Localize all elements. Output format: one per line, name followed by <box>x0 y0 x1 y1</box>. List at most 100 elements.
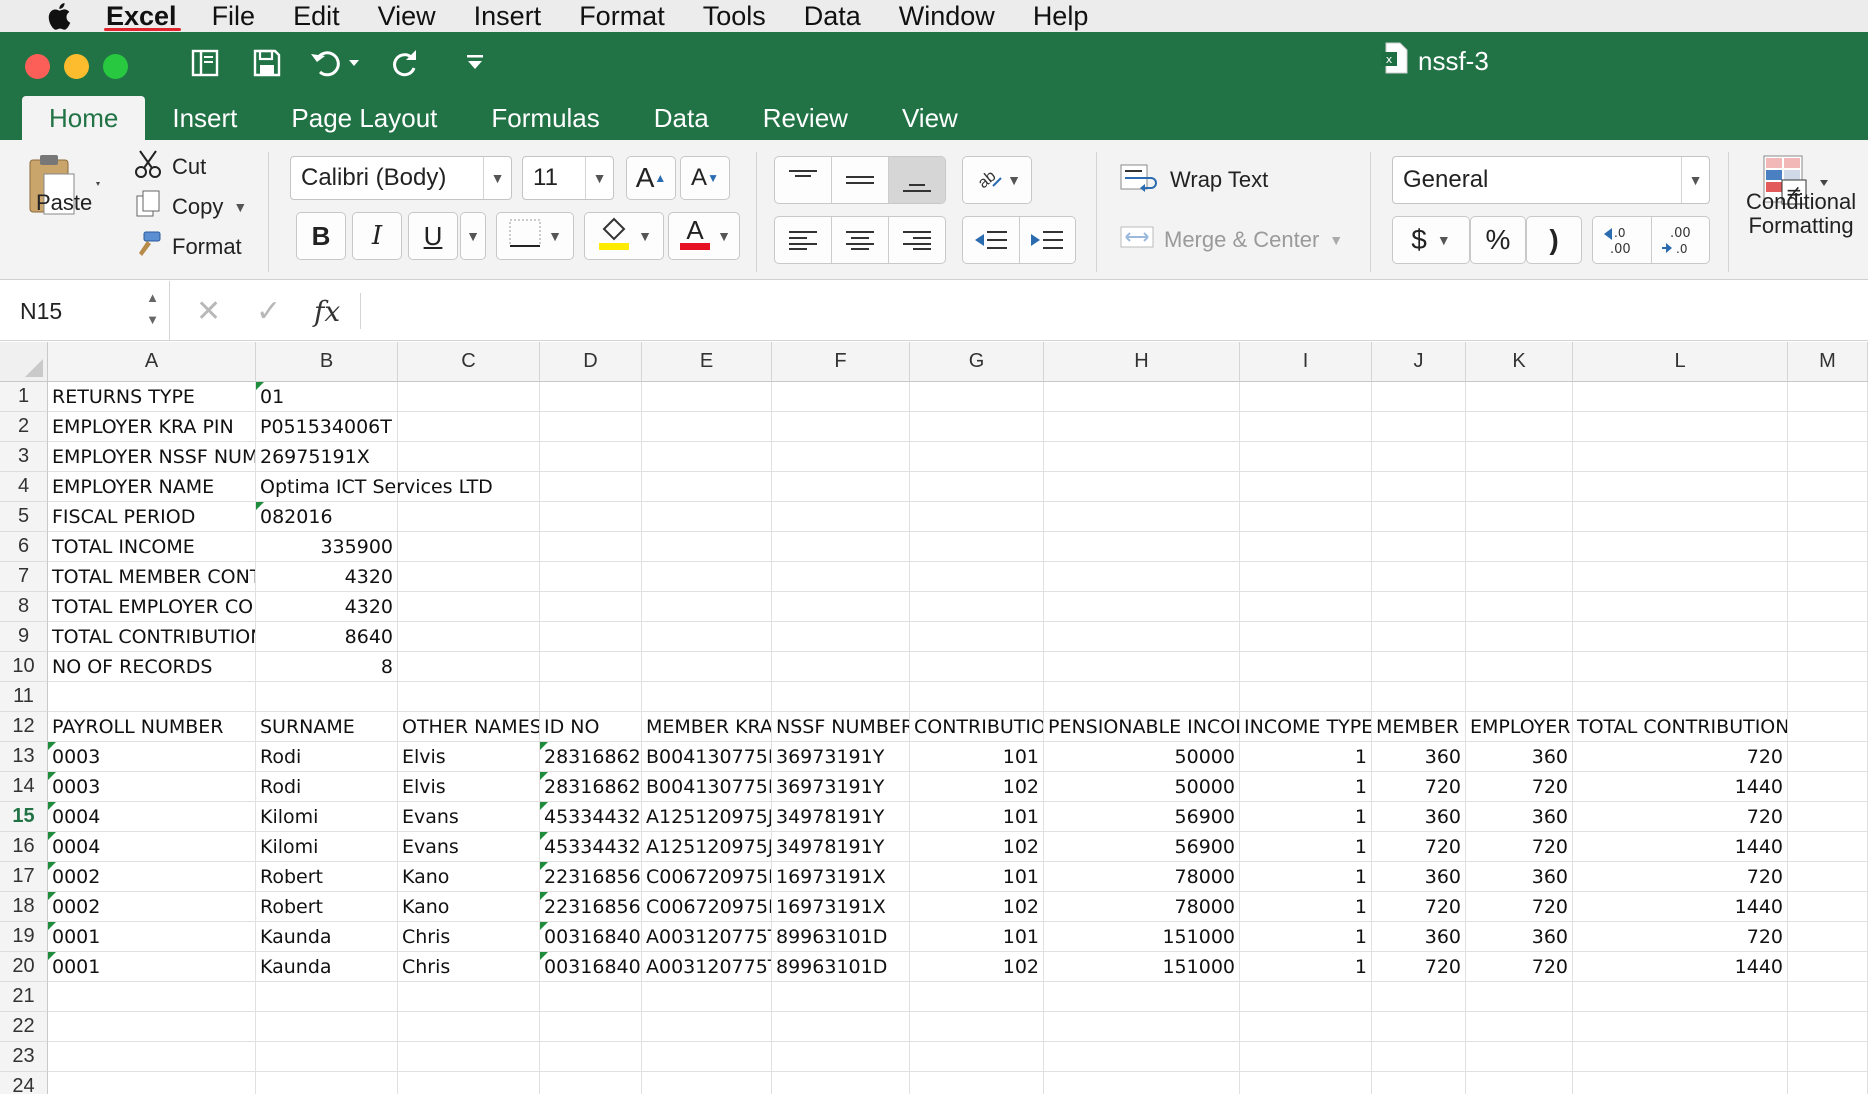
cell-b16[interactable]: Kilomi <box>256 832 398 862</box>
cell-h6[interactable] <box>1044 532 1240 562</box>
cell-a14[interactable]: 0003 <box>48 772 256 802</box>
row-header[interactable]: 7 <box>0 562 48 592</box>
cell-d2[interactable] <box>540 412 642 442</box>
cell-m7[interactable] <box>1788 562 1868 592</box>
cell-g5[interactable] <box>910 502 1044 532</box>
cell-c8[interactable] <box>398 592 540 622</box>
cell-c3[interactable] <box>398 442 540 472</box>
cell-f19[interactable]: 89963101D <box>772 922 910 952</box>
cell-j12[interactable]: MEMBER <box>1372 712 1466 742</box>
cell-l1[interactable] <box>1573 382 1788 412</box>
row-header[interactable]: 1 <box>0 382 48 412</box>
cell-m11[interactable] <box>1788 682 1868 712</box>
menu-help[interactable]: Help <box>1014 0 1108 32</box>
cell-a5[interactable]: FISCAL PERIOD <box>48 502 256 532</box>
chevron-down-icon[interactable]: ▼ <box>1681 157 1709 203</box>
cell-b8[interactable]: 4320 <box>256 592 398 622</box>
font-name-dropdown[interactable]: Calibri (Body) ▼ <box>290 156 512 200</box>
cell-f23[interactable] <box>772 1042 910 1072</box>
menu-tools[interactable]: Tools <box>684 0 785 32</box>
column-header-k[interactable]: K <box>1466 342 1573 382</box>
cell-g15[interactable]: 101 <box>910 802 1044 832</box>
cell-i22[interactable] <box>1240 1012 1372 1042</box>
cell-k23[interactable] <box>1466 1042 1573 1072</box>
cell-f21[interactable] <box>772 982 910 1012</box>
cell-m6[interactable] <box>1788 532 1868 562</box>
cell-a15[interactable]: 0004 <box>48 802 256 832</box>
cell-b9[interactable]: 8640 <box>256 622 398 652</box>
cell-f1[interactable] <box>772 382 910 412</box>
align-middle-button[interactable] <box>832 157 889 203</box>
row-header[interactable]: 4 <box>0 472 48 502</box>
cell-e17[interactable]: C006720975K <box>642 862 772 892</box>
cell-d17[interactable]: 22316856 <box>540 862 642 892</box>
cell-l10[interactable] <box>1573 652 1788 682</box>
format-painter-button[interactable]: Format <box>134 230 284 264</box>
cell-j16[interactable]: 720 <box>1372 832 1466 862</box>
cell-a7[interactable]: TOTAL MEMBER CONTRIBUTION <box>48 562 256 592</box>
cell-j20[interactable]: 720 <box>1372 952 1466 982</box>
cell-l4[interactable] <box>1573 472 1788 502</box>
cell-m15[interactable] <box>1788 802 1868 832</box>
column-header-a[interactable]: A <box>48 342 256 382</box>
cell-m21[interactable] <box>1788 982 1868 1012</box>
cell-a18[interactable]: 0002 <box>48 892 256 922</box>
cell-m16[interactable] <box>1788 832 1868 862</box>
cell-g18[interactable]: 102 <box>910 892 1044 922</box>
bold-button[interactable]: B <box>296 212 346 260</box>
decrease-indent-button[interactable] <box>963 217 1020 263</box>
cell-e3[interactable] <box>642 442 772 472</box>
cell-c9[interactable] <box>398 622 540 652</box>
row-header[interactable]: 3 <box>0 442 48 472</box>
text-orientation-button[interactable]: ab ▼ <box>962 156 1032 204</box>
merge-center-button[interactable]: Merge & Center ▼ <box>1120 220 1343 260</box>
cell-g10[interactable] <box>910 652 1044 682</box>
cell-b13[interactable]: Rodi <box>256 742 398 772</box>
cell-i2[interactable] <box>1240 412 1372 442</box>
row-header[interactable]: 14 <box>0 772 48 802</box>
align-right-button[interactable] <box>889 217 945 263</box>
align-left-button[interactable] <box>775 217 832 263</box>
cell-c21[interactable] <box>398 982 540 1012</box>
cell-e11[interactable] <box>642 682 772 712</box>
cell-j10[interactable] <box>1372 652 1466 682</box>
column-header-j[interactable]: J <box>1372 342 1466 382</box>
cell-j8[interactable] <box>1372 592 1466 622</box>
cell-e22[interactable] <box>642 1012 772 1042</box>
cell-k10[interactable] <box>1466 652 1573 682</box>
cell-i18[interactable]: 1 <box>1240 892 1372 922</box>
percent-format-button[interactable]: % <box>1470 216 1526 264</box>
cell-j13[interactable]: 360 <box>1372 742 1466 772</box>
chevron-down-icon[interactable]: ▼ <box>146 309 159 331</box>
row-header[interactable]: 23 <box>0 1042 48 1072</box>
cell-d24[interactable] <box>540 1072 642 1094</box>
redo-icon[interactable] <box>384 42 426 84</box>
cell-m18[interactable] <box>1788 892 1868 922</box>
cell-i10[interactable] <box>1240 652 1372 682</box>
cell-h20[interactable]: 151000 <box>1044 952 1240 982</box>
cell-i14[interactable]: 1 <box>1240 772 1372 802</box>
cell-c11[interactable] <box>398 682 540 712</box>
cell-l13[interactable]: 720 <box>1573 742 1788 772</box>
underline-options-button[interactable]: ▼ <box>460 212 486 260</box>
cell-a16[interactable]: 0004 <box>48 832 256 862</box>
cell-b22[interactable] <box>256 1012 398 1042</box>
cell-l12[interactable]: TOTAL CONTRIBUTIONS <box>1573 712 1788 742</box>
cell-d8[interactable] <box>540 592 642 622</box>
cell-i19[interactable]: 1 <box>1240 922 1372 952</box>
formula-input[interactable] <box>372 281 1868 341</box>
cell-c5[interactable] <box>398 502 540 532</box>
cell-m2[interactable] <box>1788 412 1868 442</box>
cell-c18[interactable]: Kano <box>398 892 540 922</box>
cell-g16[interactable]: 102 <box>910 832 1044 862</box>
cell-e9[interactable] <box>642 622 772 652</box>
cell-d9[interactable] <box>540 622 642 652</box>
cell-f13[interactable]: 36973191Y <box>772 742 910 772</box>
cell-e24[interactable] <box>642 1072 772 1094</box>
cell-k14[interactable]: 720 <box>1466 772 1573 802</box>
column-header-h[interactable]: H <box>1044 342 1240 382</box>
cell-l22[interactable] <box>1573 1012 1788 1042</box>
menu-edit[interactable]: Edit <box>274 0 359 32</box>
cell-g19[interactable]: 101 <box>910 922 1044 952</box>
cell-c23[interactable] <box>398 1042 540 1072</box>
